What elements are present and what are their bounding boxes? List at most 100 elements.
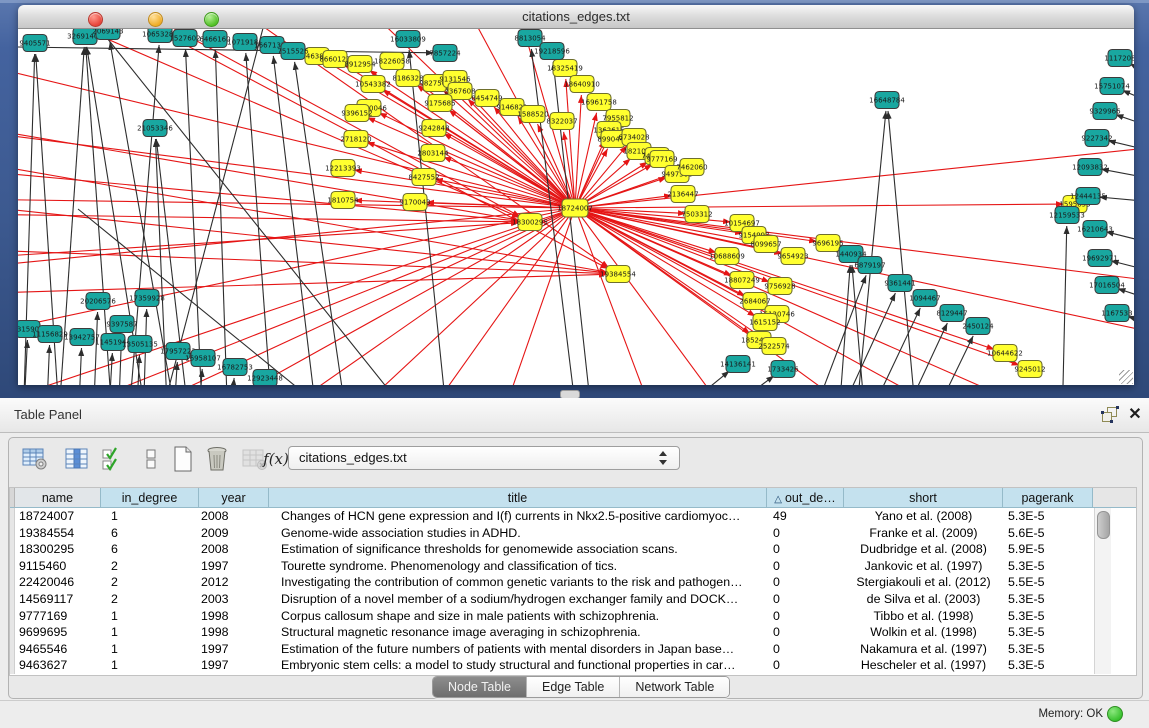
table-cell[interactable]: 18724007 <box>15 508 101 525</box>
graph-node[interactable]: 1810754 <box>327 192 359 209</box>
graph-node[interactable]: 7857224 <box>429 45 461 62</box>
column-header-short[interactable]: short <box>844 488 1003 508</box>
table-row[interactable]: 2242004622012Investigating the contribut… <box>10 574 1093 591</box>
graph-node[interactable]: 9329966 <box>1089 103 1121 120</box>
table-cell[interactable]: 5.3E-5 <box>1003 657 1093 674</box>
table-cell[interactable]: 1 <box>101 608 199 625</box>
table-cell[interactable]: 0 <box>767 541 844 558</box>
graph-node[interactable]: 8912954 <box>344 56 376 73</box>
graph-node[interactable]: 2522574 <box>758 338 790 355</box>
table-cell[interactable]: Estimation of the future numbers of pati… <box>269 641 767 658</box>
memory-status-icon[interactable] <box>1107 706 1123 722</box>
graph-node[interactable]: 7503312 <box>681 206 712 223</box>
table-cell[interactable]: Dudbridge et al. (2008) <box>844 541 1003 558</box>
table-cell[interactable]: Structural magnetic resonance image aver… <box>269 624 767 641</box>
graph-node[interactable]: 2136447 <box>667 186 698 203</box>
table-cell[interactable]: 0 <box>767 591 844 608</box>
table-cell[interactable]: 49 <box>767 508 844 525</box>
graph-node[interactable]: 10644622 <box>987 345 1023 362</box>
graph-node[interactable]: 1094467 <box>909 290 940 307</box>
network-window-titlebar[interactable]: citations_edges.txt <box>18 5 1134 29</box>
table-cell[interactable]: 14569117 <box>15 591 101 608</box>
graph-node[interactable]: 16961758 <box>581 94 617 111</box>
graph-node[interactable]: 9361441 <box>884 275 915 292</box>
table-cell[interactable]: 0 <box>767 558 844 575</box>
graph-node[interactable]: 8427552 <box>408 169 439 186</box>
table-cell[interactable]: 1998 <box>199 608 269 625</box>
table-cell[interactable]: 2 <box>101 574 199 591</box>
table-row[interactable]: 1938455462009Genome-wide association stu… <box>10 525 1093 542</box>
table-cell[interactable]: 2008 <box>199 508 269 525</box>
table-cell[interactable]: Embryonic stem cells: a model to study s… <box>269 657 767 674</box>
table-cell[interactable]: 9777169 <box>15 608 101 625</box>
table-cell[interactable]: Tibbo et al. (1998) <box>844 608 1003 625</box>
table-cell[interactable]: 1997 <box>199 641 269 658</box>
table-cell[interactable]: 5.3E-5 <box>1003 608 1093 625</box>
graph-node[interactable]: 16210643 <box>1077 221 1113 238</box>
graph-node[interactable]: 9227342 <box>1081 130 1112 147</box>
graph-node[interactable]: 8322037 <box>546 113 577 130</box>
table-cell[interactable]: 2012 <box>199 574 269 591</box>
table-cell[interactable]: 1997 <box>199 558 269 575</box>
row-height-icon[interactable] <box>134 444 168 474</box>
citation-network-graph[interactable]: 7463822866012389129541822605881863281054… <box>18 29 1134 385</box>
table-cell[interactable]: 19384554 <box>15 525 101 542</box>
table-settings-icon[interactable] <box>18 444 52 474</box>
table-row[interactable]: 1872400712008Changes of HCN gene express… <box>10 508 1093 525</box>
graph-node[interactable]: 1615152 <box>749 314 780 331</box>
table-cell[interactable]: 0 <box>767 641 844 658</box>
graph-node[interactable]: 9756928 <box>764 278 795 295</box>
table-cell[interactable]: 5.3E-5 <box>1003 641 1093 658</box>
graph-node[interactable]: 2069143 <box>92 29 123 40</box>
graph-node[interactable]: 7515526 <box>277 43 309 60</box>
network-canvas[interactable]: 7463822866012389129541822605881863281054… <box>18 29 1134 385</box>
graph-node[interactable]: 2450124 <box>962 318 994 335</box>
table-cell[interactable]: 0 <box>767 657 844 674</box>
table-cell[interactable]: 9699695 <box>15 624 101 641</box>
resize-grip-icon[interactable] <box>1119 370 1133 384</box>
tab-network-table[interactable]: Network Table <box>620 677 729 697</box>
table-cell[interactable]: 0 <box>767 624 844 641</box>
graph-node[interactable]: 8129447 <box>936 305 967 322</box>
graph-node[interactable]: 9175685 <box>424 95 455 112</box>
graph-node[interactable]: 8099657 <box>750 236 781 253</box>
new-table-icon[interactable] <box>166 444 200 474</box>
delete-attributes-icon[interactable] <box>200 444 234 474</box>
table-cell[interactable]: 5.3E-5 <box>1003 558 1093 575</box>
table-cell[interactable]: 2003 <box>199 591 269 608</box>
table-cell[interactable]: Changes of HCN gene expression and I(f) … <box>269 508 767 525</box>
table-cell[interactable]: Genome-wide association studies in ADHD. <box>269 525 767 542</box>
graph-node[interactable]: 9242848 <box>418 120 449 137</box>
close-icon[interactable]: ✕ <box>1126 404 1144 426</box>
graph-node[interactable]: 12093832 <box>1072 159 1108 176</box>
graph-node[interactable]: 9396152 <box>341 105 372 122</box>
table-cell[interactable]: 1997 <box>199 657 269 674</box>
table-cell[interactable]: 1 <box>101 508 199 525</box>
table-cell[interactable]: 6 <box>101 525 199 542</box>
column-header-in_degree[interactable]: in_degree <box>101 488 199 508</box>
table-cell[interactable]: Investigating the contribution of common… <box>269 574 767 591</box>
graph-node[interactable]: 6466160 <box>199 31 230 48</box>
table-cell[interactable]: 5.3E-5 <box>1003 508 1093 525</box>
graph-node[interactable]: 9397587 <box>106 316 137 333</box>
graph-node[interactable]: 7462060 <box>676 159 707 176</box>
table-cell[interactable]: 2008 <box>199 541 269 558</box>
table-cell[interactable]: 5.6E-5 <box>1003 525 1093 542</box>
table-cell[interactable]: 2 <box>101 558 199 575</box>
table-row[interactable]: 946554611997Estimation of the future num… <box>10 641 1093 658</box>
table-cell[interactable]: 18300295 <box>15 541 101 558</box>
table-cell[interactable]: Disruption of a novel member of a sodium… <box>269 591 767 608</box>
tab-node-table[interactable]: Node Table <box>433 677 527 697</box>
scrollbar-thumb[interactable] <box>1097 511 1110 539</box>
graph-node[interactable]: 16782753 <box>217 359 253 376</box>
table-row[interactable]: 977716911998Corpus callosum shape and si… <box>10 608 1093 625</box>
graph-node[interactable]: 1588520 <box>517 106 548 123</box>
graph-node[interactable]: 12213393 <box>325 160 361 177</box>
table-cell[interactable]: 0 <box>767 574 844 591</box>
table-cell[interactable]: 1 <box>101 657 199 674</box>
float-panel-icon[interactable] <box>1101 406 1119 424</box>
graph-node[interactable]: 18226058 <box>374 53 410 70</box>
table-cell[interactable]: 2009 <box>199 525 269 542</box>
table-cell[interactable]: Estimation of significance thresholds fo… <box>269 541 767 558</box>
graph-node[interactable]: 14136141 <box>720 356 756 373</box>
